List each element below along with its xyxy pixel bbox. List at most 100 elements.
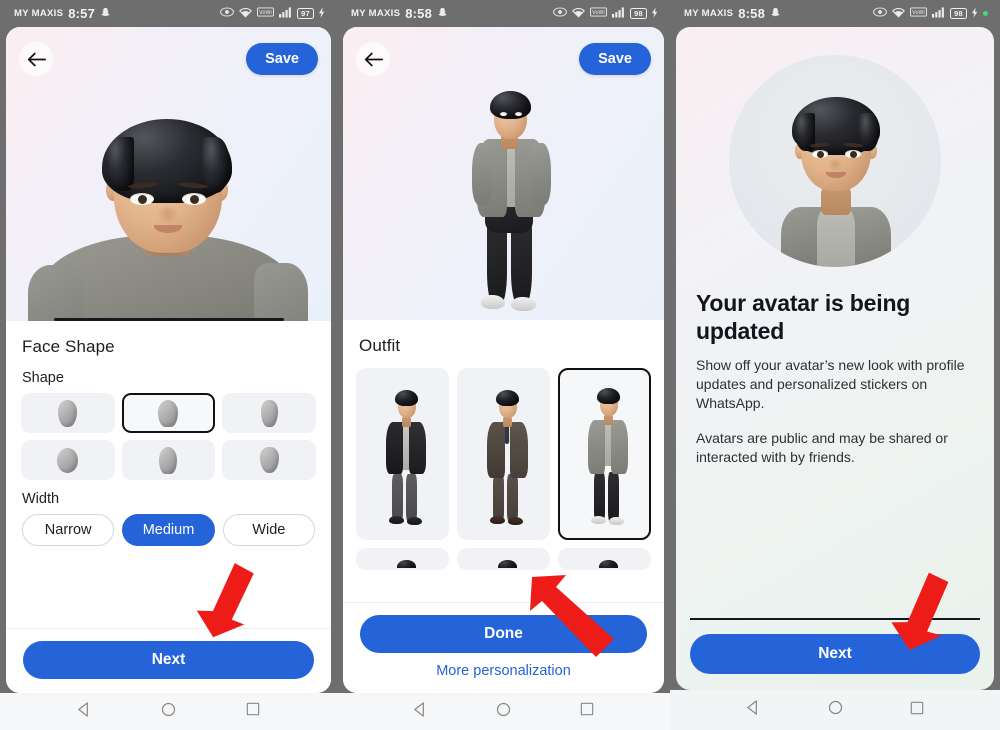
outfit-option-3[interactable] — [558, 368, 651, 540]
face-shape-option-6[interactable] — [222, 440, 316, 480]
phone-screen-avatar-updated: MY MAXIS 8:58 VoWi 98 Your avatar is bei… — [670, 0, 1000, 730]
three-phone-screenshots: MY MAXIS 8:57 VoWi 97 Save Face Shape Sh… — [0, 0, 1000, 730]
snapchat-icon — [100, 7, 111, 21]
outfit2-leg-right — [507, 474, 518, 522]
charging-icon — [319, 6, 325, 21]
outfit-option-6[interactable] — [558, 548, 651, 570]
outfit-option-2[interactable] — [457, 368, 550, 540]
outfit3-blazer-left — [588, 420, 605, 474]
vowifi-icon: VoWi — [590, 7, 607, 20]
outfit2-tie — [505, 424, 509, 444]
avatar-blazer-sleeve-left — [472, 143, 492, 205]
face-shape-option-3[interactable] — [222, 393, 316, 433]
sheet-spacer — [6, 546, 331, 628]
save-button[interactable]: Save — [246, 43, 318, 75]
eye-icon — [220, 7, 234, 20]
status-bar: MY MAXIS 8:58 VoWi 98 — [337, 0, 670, 27]
wifi-icon — [892, 7, 905, 21]
next-button[interactable]: Next — [690, 634, 980, 674]
save-button[interactable]: Save — [579, 43, 651, 75]
app-body: Save — [343, 27, 664, 693]
more-personalization-link[interactable]: More personalization — [360, 663, 647, 679]
width-option-narrow[interactable]: Narrow — [22, 514, 115, 546]
vowifi-icon: VoWi — [257, 7, 274, 20]
charging-icon — [972, 6, 978, 21]
outfit2-shoe-right — [508, 517, 523, 525]
outfit-option-4[interactable] — [356, 548, 449, 570]
outfit1-leg-right — [406, 474, 417, 522]
face-shape-thumb-icon — [57, 447, 79, 473]
sheet-title: Face Shape — [22, 337, 115, 356]
avatar-pupil-right — [190, 195, 199, 204]
wifi-icon — [239, 7, 252, 21]
outfit-scroll-area[interactable] — [343, 368, 664, 602]
battery-icon: 98 — [630, 8, 647, 19]
p3-pupil-left — [817, 151, 824, 158]
width-section-label: Width — [22, 491, 60, 507]
app-body: Your avatar is being updated Show off yo… — [676, 27, 994, 690]
width-option-wide[interactable]: Wide — [222, 514, 315, 546]
signal-icon — [612, 6, 625, 21]
outfit-option-1[interactable] — [356, 368, 449, 540]
outfit1-leg-left — [392, 474, 403, 522]
nav-home-icon[interactable] — [161, 702, 176, 722]
face-shape-option-4[interactable] — [21, 440, 115, 480]
nav-back-icon[interactable] — [746, 700, 761, 720]
status-left: MY MAXIS 8:58 — [684, 6, 781, 21]
avatar-circle — [729, 55, 941, 267]
width-option-medium[interactable]: Medium — [122, 514, 215, 546]
avatar-nose — [156, 207, 180, 225]
avatar-blazer-sleeve-right — [531, 143, 551, 205]
nav-back-icon[interactable] — [413, 701, 428, 722]
avatar-shoe-left — [481, 295, 505, 309]
nav-recents-icon[interactable] — [246, 702, 260, 721]
outfit3-leg-right — [608, 472, 619, 522]
outfit4-hair — [397, 560, 416, 568]
status-left: MY MAXIS 8:57 — [14, 6, 111, 21]
outfit2-shoe-left — [490, 516, 505, 524]
page-title: Your avatar is being updated — [696, 290, 911, 345]
app-top-bar: Save — [343, 37, 664, 81]
face-shape-option-1[interactable] — [21, 393, 115, 433]
shape-section-label: Shape — [22, 370, 64, 386]
signal-icon — [932, 6, 945, 21]
avatar-circle-wrap — [676, 27, 994, 267]
status-bar: MY MAXIS 8:57 VoWi 97 — [0, 0, 337, 27]
wifi-icon — [572, 7, 585, 21]
back-button[interactable] — [356, 42, 390, 76]
face-shape-option-5[interactable] — [121, 440, 216, 480]
outfit-grid — [356, 368, 651, 570]
avatar-eye-right — [515, 112, 522, 116]
p3-pupil-right — [850, 151, 857, 158]
nav-home-icon[interactable] — [496, 702, 511, 722]
nav-back-icon[interactable] — [77, 701, 92, 722]
eye-icon — [873, 7, 887, 20]
back-button[interactable] — [19, 42, 53, 76]
clock-label: 8:58 — [738, 6, 766, 21]
face-shape-option-2[interactable] — [121, 393, 216, 433]
nav-home-icon[interactable] — [828, 700, 843, 720]
android-nav-bar — [0, 693, 337, 730]
status-right: VoWi 97 — [220, 6, 325, 21]
nav-recents-icon[interactable] — [580, 702, 594, 721]
status-bar: MY MAXIS 8:58 VoWi 98 — [670, 0, 1000, 27]
next-button[interactable]: Next — [23, 641, 314, 679]
carrier-label: MY MAXIS — [14, 8, 64, 19]
face-shape-thumb-icon — [58, 399, 78, 427]
width-options: Narrow Medium Wide — [6, 514, 331, 546]
outfit6-hair — [599, 560, 618, 568]
outfit1-jacket-left — [386, 422, 403, 474]
carrier-label: MY MAXIS — [684, 8, 734, 19]
outfit-sheet: Outfit Done More personalization — [343, 320, 664, 693]
outfit-option-5[interactable] — [457, 548, 550, 570]
sheet-drag-handle[interactable] — [53, 318, 284, 321]
outfit3-leg-left — [594, 472, 605, 522]
avatar-shoe-right — [511, 297, 536, 311]
done-button[interactable]: Done — [360, 615, 647, 653]
battery-icon: 97 — [297, 8, 314, 19]
avatar-pupil-left — [138, 195, 147, 204]
avatar-hair-side-left — [106, 137, 134, 191]
phone-screen-face-shape: MY MAXIS 8:57 VoWi 97 Save Face Shape Sh… — [0, 0, 337, 730]
nav-recents-icon[interactable] — [910, 701, 924, 720]
app-body: Save — [6, 27, 331, 693]
